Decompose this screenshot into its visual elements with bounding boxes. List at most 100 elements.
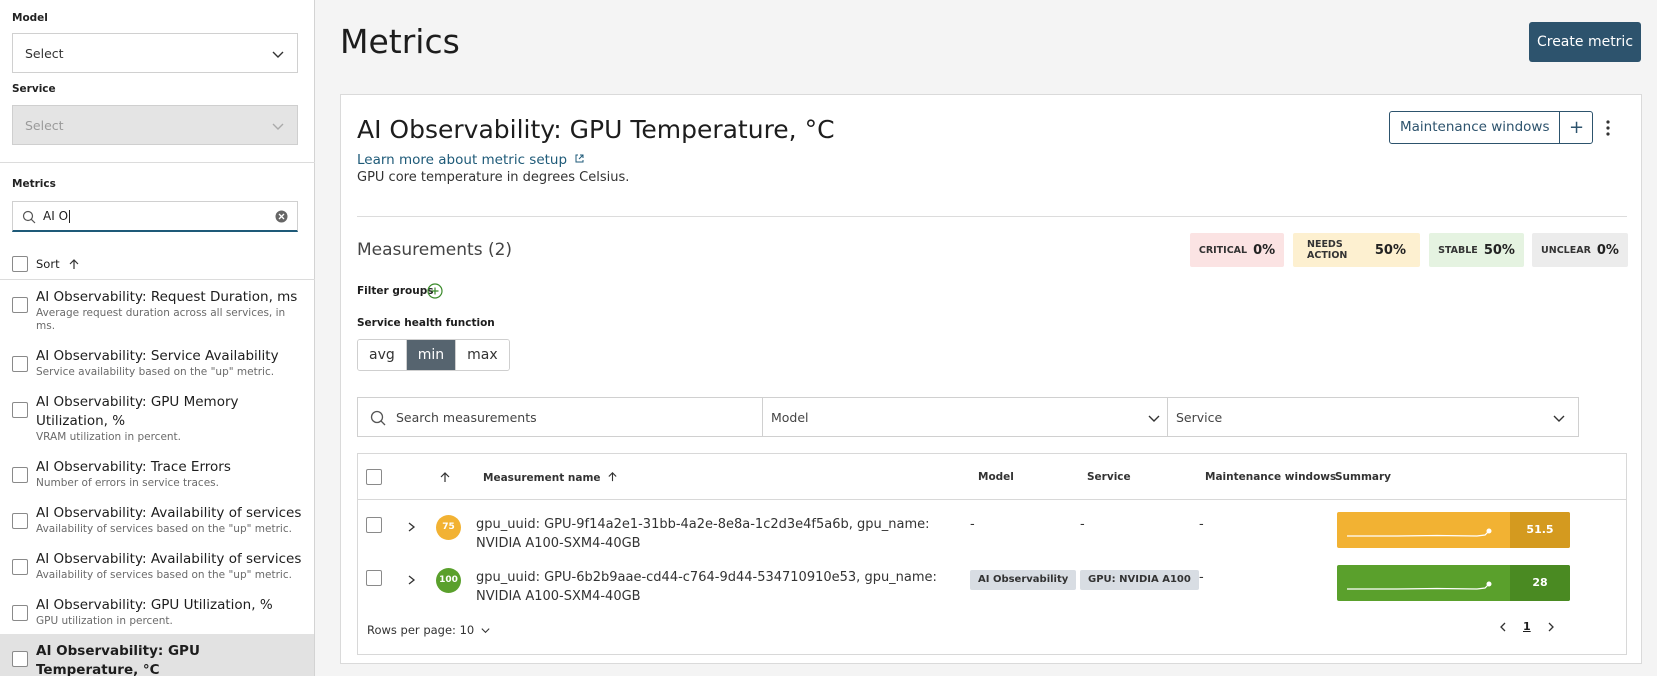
metric-list-item[interactable]: AI Observability: GPU Memory Utilization… — [0, 385, 314, 450]
arrow-up-icon[interactable] — [439, 471, 451, 483]
row-checkbox[interactable] — [366, 570, 382, 586]
metric-description: Average request duration across all serv… — [36, 307, 286, 332]
service-filter-select[interactable]: Service — [1167, 397, 1579, 437]
health-function-label: Service health function — [357, 317, 495, 329]
rows-per-page-select[interactable]: Rows per page: 10 — [367, 623, 491, 637]
clear-icon[interactable] — [275, 210, 288, 223]
page-number[interactable]: 1 — [1523, 620, 1531, 633]
maintenance-windows-button[interactable]: Maintenance windows + — [1389, 111, 1594, 144]
text-cursor — [69, 209, 71, 223]
service-header: Service — [1087, 471, 1131, 483]
metric-title: AI Observability: GPU Temperature, °C — [357, 115, 835, 144]
metric-checkbox[interactable] — [12, 356, 28, 372]
metric-list-item[interactable]: AI Observability: Availability of servic… — [0, 542, 314, 588]
badge-label: CRITICAL — [1198, 244, 1248, 256]
model-select[interactable]: Select — [12, 33, 298, 73]
summary-sparkline[interactable]: 51.5 — [1337, 512, 1570, 548]
metric-name: AI Observability: Availability of servic… — [36, 505, 302, 521]
learn-more-link[interactable]: Learn more about metric setup — [357, 152, 585, 168]
summary-sparkline[interactable]: 28 — [1337, 565, 1570, 601]
metric-name: AI Observability: Request Duration, ms — [36, 289, 298, 305]
model-tag: AI Observability — [970, 570, 1077, 590]
measurement-search-placeholder: Search measurements — [396, 409, 537, 425]
measurement-name-header-label: Measurement name — [483, 472, 601, 484]
maintenance-header: Maintenance windows — [1205, 471, 1337, 483]
sort-control[interactable]: Sort — [12, 256, 80, 272]
sparkline-area — [1337, 565, 1510, 601]
model-header: Model — [978, 471, 1014, 483]
sparkline-chart — [1347, 581, 1492, 590]
table-header: Measurement name Model Service Maintenan… — [358, 454, 1626, 500]
metrics-search-input[interactable]: AI O — [12, 201, 298, 232]
metric-checkbox[interactable] — [12, 402, 28, 418]
metric-checkbox[interactable] — [12, 467, 28, 483]
summary-value: 28 — [1510, 565, 1570, 601]
chevron-right-icon[interactable] — [1545, 621, 1556, 633]
health-option-max[interactable]: max — [456, 340, 509, 370]
add-maintenance-window-button[interactable]: + — [1560, 112, 1592, 143]
health-function-toggle: avg min max — [357, 339, 510, 371]
create-metric-button[interactable]: Create metric — [1529, 22, 1641, 62]
measurements-title: Measurements (2) — [357, 240, 513, 260]
metric-name: AI Observability: Trace Errors — [36, 459, 231, 475]
more-options-icon[interactable] — [1605, 119, 1611, 137]
model-label: Model — [12, 12, 48, 24]
stable-badge: STABLE 50% — [1429, 233, 1524, 267]
health-option-avg[interactable]: avg — [358, 340, 407, 370]
badge-value: 0% — [1253, 242, 1276, 258]
measurement-name: gpu_uuid: GPU-6b2b9aae-cd44-c764-9d44-53… — [476, 570, 937, 604]
metric-card: AI Observability: GPU Temperature, °C Le… — [340, 94, 1642, 664]
table-row[interactable]: 100 gpu_uuid: GPU-6b2b9aae-cd44-c764-9d4… — [358, 560, 1626, 614]
chevron-right-icon[interactable] — [405, 574, 417, 586]
model-filter-select[interactable]: Model — [762, 397, 1174, 437]
metric-description: Availability of services based on the "u… — [36, 569, 292, 581]
critical-badge: CRITICAL 0% — [1190, 233, 1284, 267]
table-row[interactable]: 75 gpu_uuid: GPU-9f14a2e1-31bb-4a2e-8e8a… — [358, 507, 1626, 561]
measurement-name: gpu_uuid: GPU-9f14a2e1-31bb-4a2e-8e8a-1c… — [476, 517, 930, 551]
service-select-value: Select — [25, 117, 64, 133]
measurements-table: Measurement name Model Service Maintenan… — [357, 453, 1627, 655]
row-checkbox[interactable] — [366, 517, 382, 533]
metric-description: Availability of services based on the "u… — [36, 523, 292, 535]
metric-list-item[interactable]: AI Observability: GPU Temperature, °CGPU… — [0, 634, 314, 676]
chevron-left-icon[interactable] — [1498, 621, 1509, 633]
arrow-up-icon — [608, 472, 617, 482]
sidebar-divider — [0, 162, 315, 163]
service-cell: - — [1080, 517, 1085, 532]
badge-value: 50% — [1483, 242, 1515, 258]
measurement-search-input[interactable]: Search measurements — [357, 397, 769, 437]
chevron-down-icon — [272, 51, 284, 58]
metric-checkbox[interactable] — [12, 513, 28, 529]
maintenance-windows-label[interactable]: Maintenance windows — [1390, 112, 1561, 143]
metric-list-item[interactable]: AI Observability: Service Availability Se… — [0, 339, 314, 385]
chevron-right-icon[interactable] — [405, 521, 417, 533]
metric-list-item[interactable]: AI Observability: Trace Errors Number of … — [0, 450, 314, 496]
arrow-up-icon[interactable] — [68, 258, 80, 270]
health-option-min[interactable]: min — [406, 340, 457, 370]
metric-checkbox[interactable] — [12, 605, 28, 621]
pagination: 1 — [1498, 620, 1556, 633]
metric-checkbox[interactable] — [12, 297, 28, 313]
metric-list-item[interactable]: AI Observability: Request Duration, ms Av… — [0, 280, 314, 339]
metric-checkbox[interactable] — [12, 651, 28, 667]
service-select: Select — [12, 105, 298, 145]
search-icon — [22, 210, 36, 224]
page-title: Metrics — [340, 22, 460, 61]
metrics-search-value: AI O — [43, 209, 69, 223]
select-all-checkbox[interactable] — [12, 256, 28, 272]
model-filter-value: Model — [771, 409, 809, 425]
unclear-badge: UNCLEAR 0% — [1532, 233, 1628, 267]
select-all-rows-checkbox[interactable] — [366, 469, 382, 485]
add-filter-group-icon[interactable] — [427, 283, 443, 299]
metric-checkbox[interactable] — [12, 559, 28, 575]
measurement-name-header[interactable]: Measurement name — [483, 471, 618, 484]
metric-list: AI Observability: Request Duration, ms Av… — [0, 280, 314, 676]
metric-list-item[interactable]: AI Observability: GPU Utilization, % GPU … — [0, 588, 314, 634]
filter-groups-label: Filter groups — [357, 285, 434, 297]
model-select-value: Select — [25, 45, 64, 61]
metric-name: AI Observability: Availability of servic… — [36, 551, 302, 567]
metric-description: VRAM utilization in percent. — [36, 431, 182, 443]
summary-header: Summary — [1335, 471, 1392, 483]
metric-list-item[interactable]: AI Observability: Availability of servic… — [0, 496, 314, 542]
chevron-down-icon — [1553, 415, 1565, 422]
